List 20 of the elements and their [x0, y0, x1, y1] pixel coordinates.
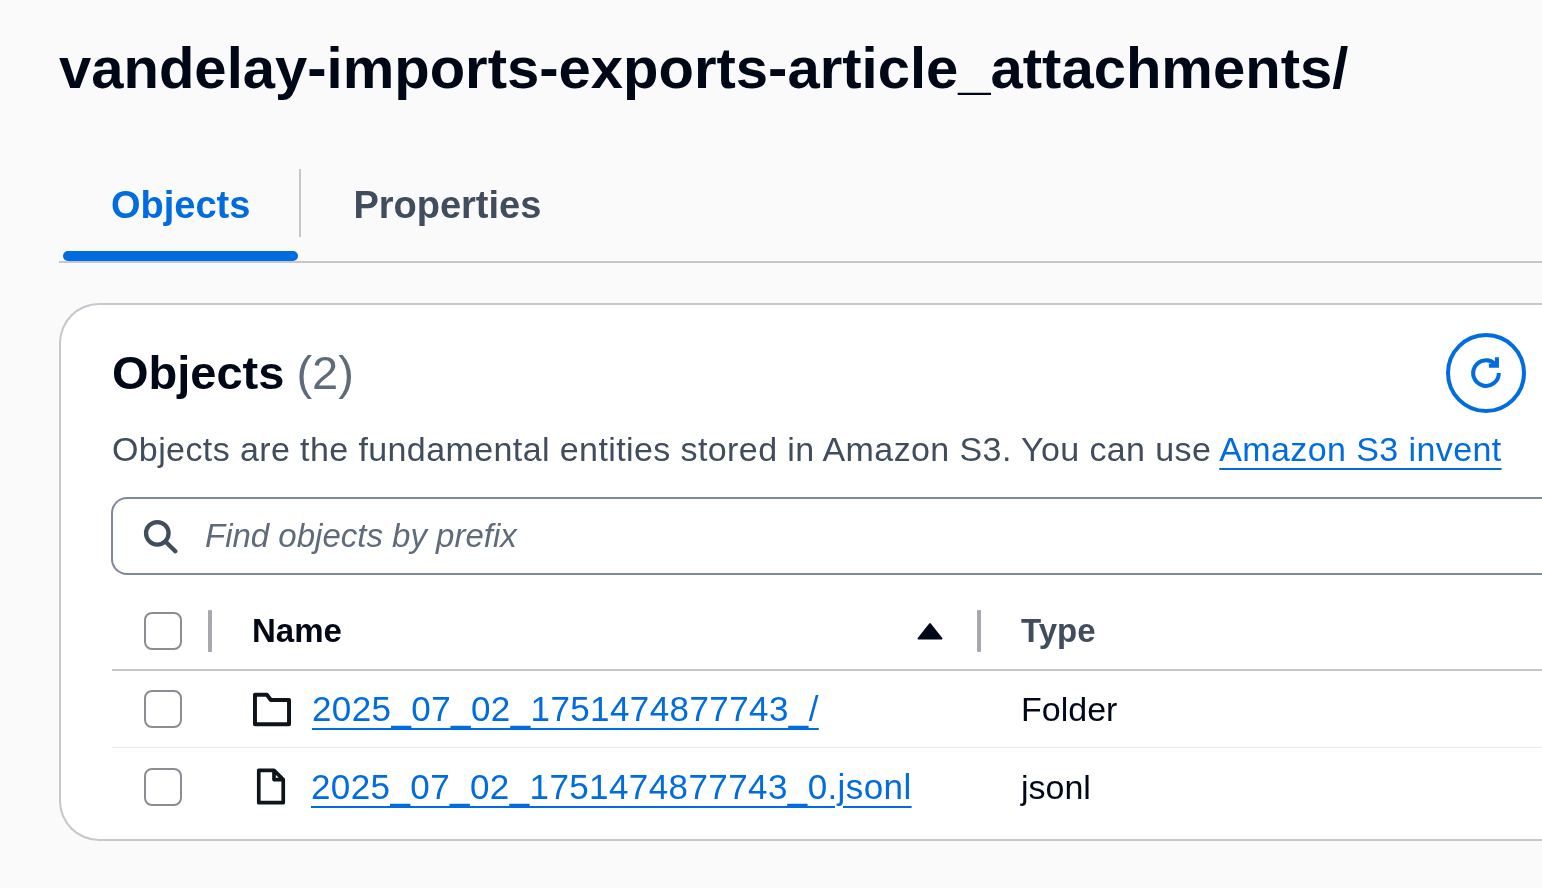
tab[interactable]: Properties — [301, 169, 590, 261]
folder-icon — [252, 691, 292, 727]
inventory-link[interactable]: Amazon S3 invent — [1219, 430, 1502, 468]
row-checkbox[interactable] — [144, 767, 182, 806]
search-icon — [142, 518, 178, 554]
panel-description: Objects are the fundamental entities stored in Amazon S3. You can use Amazon S3 invent — [112, 429, 1503, 469]
tab[interactable]: Objects — [63, 169, 299, 261]
object-type: jsonl — [1021, 766, 1091, 808]
column-header[interactable]: Name — [252, 611, 342, 651]
select-all-checkbox[interactable] — [144, 612, 182, 650]
object-link[interactable]: 2025_07_02_1751474877743_/ — [312, 687, 819, 731]
row-checkbox[interactable] — [144, 690, 182, 728]
object-type: Folder — [1021, 689, 1118, 730]
panel-heading: Objects — [112, 345, 285, 401]
search-field[interactable]: Find objects by prefix — [111, 497, 1542, 575]
page-title: vandelay-imports-exports-article_attachments/ — [59, 34, 1349, 102]
object-link[interactable]: 2025_07_02_1751474877743_0.jsonl — [311, 764, 912, 809]
file-icon — [256, 768, 286, 805]
column-header[interactable]: Type — [1021, 611, 1096, 651]
object-count: (2) — [296, 345, 354, 401]
